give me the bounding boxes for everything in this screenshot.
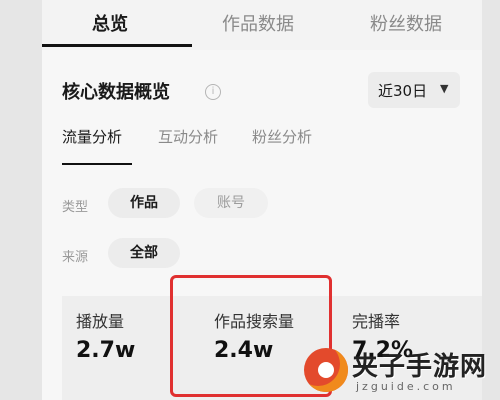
data-overview-card: 总览 作品数据 粉丝数据 核心数据概览 i 近30日 ▼ 流量分析 互动分析 粉… — [42, 0, 482, 400]
metric-label-completion-rate: 完播率 — [352, 312, 401, 331]
section-title: 核心数据概览 — [62, 82, 170, 103]
active-subtab-indicator — [62, 163, 132, 165]
watermark-text: 夹子手游网 — [352, 352, 488, 382]
tab-fans-data[interactable]: 粉丝数据 — [370, 10, 442, 36]
filter-chip-works[interactable]: 作品 — [108, 188, 180, 218]
filter-chip-all[interactable]: 全部 — [108, 238, 180, 268]
subtab-fans-analysis[interactable]: 粉丝分析 — [252, 126, 312, 147]
filter-chip-account[interactable]: 账号 — [194, 188, 268, 218]
caret-down-icon: ▼ — [440, 82, 449, 95]
metric-value-plays: 2.7w — [76, 338, 136, 363]
date-range-label: 近30日 — [378, 82, 428, 100]
site-watermark: 夹子手游网 jzguide.com — [300, 342, 500, 400]
info-circle-icon[interactable]: i — [205, 84, 221, 100]
tab-works-data[interactable]: 作品数据 — [222, 10, 294, 36]
filter-source-label: 来源 — [62, 250, 89, 265]
metric-label-plays: 播放量 — [76, 312, 125, 331]
top-tab-bar: 总览 作品数据 粉丝数据 — [42, 0, 482, 50]
watermark-logo — [304, 348, 348, 392]
active-tab-indicator — [42, 44, 192, 47]
subtab-interaction-analysis[interactable]: 互动分析 — [158, 126, 218, 147]
tab-overview[interactable]: 总览 — [92, 10, 128, 36]
filter-type-label: 类型 — [62, 200, 89, 215]
watermark-url: jzguide.com — [356, 380, 456, 393]
date-range-select[interactable]: 近30日 ▼ — [368, 72, 460, 108]
subtab-traffic-analysis[interactable]: 流量分析 — [62, 126, 122, 147]
